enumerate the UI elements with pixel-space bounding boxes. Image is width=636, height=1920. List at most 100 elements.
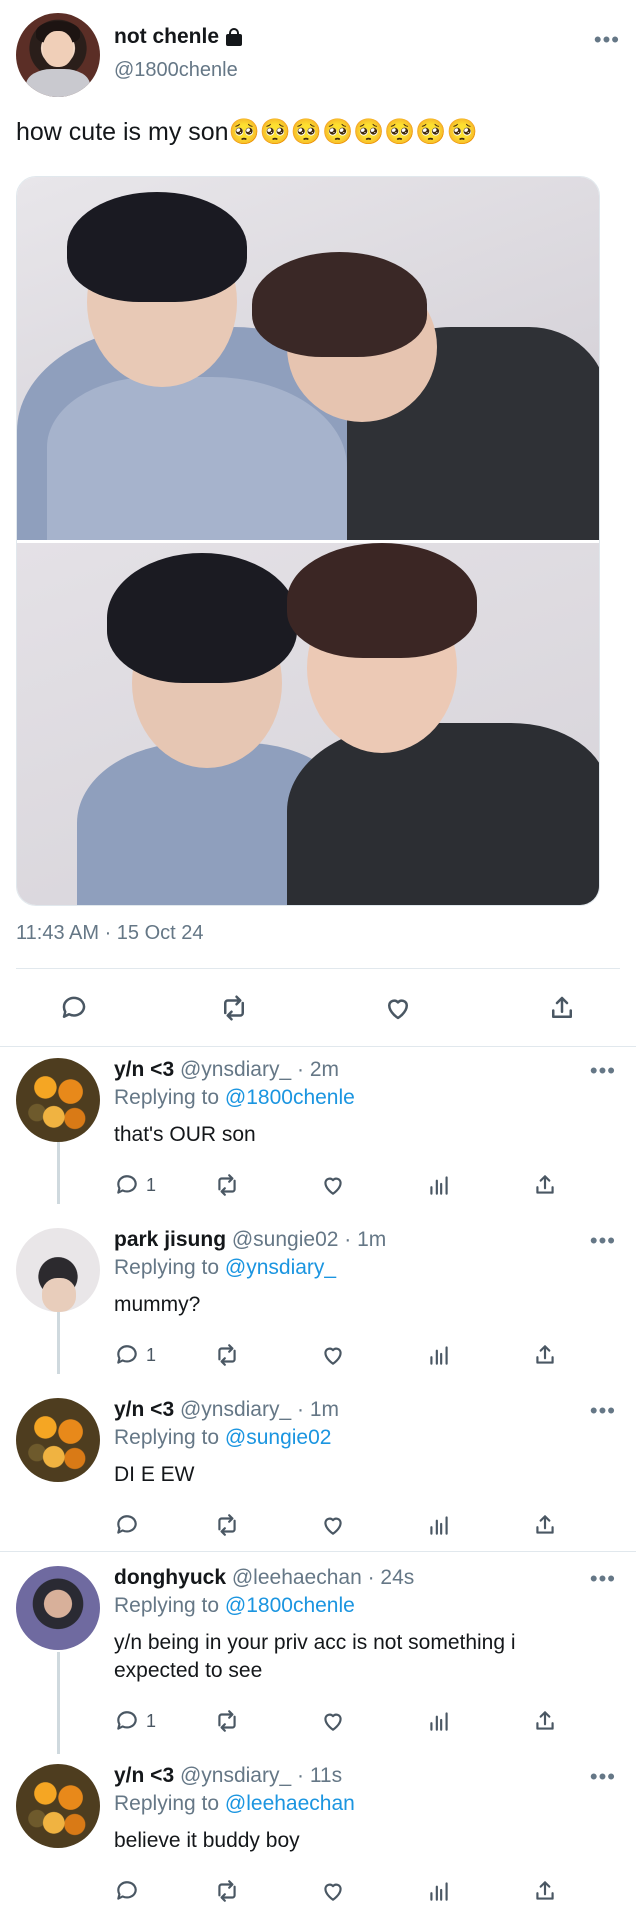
retweet-button[interactable] [214, 988, 254, 1028]
like-icon [324, 1883, 342, 1901]
reply-meta: @ynsdiary_ · 2m [174, 1058, 339, 1081]
analytics-button[interactable] [426, 1706, 452, 1736]
like-button[interactable] [320, 1170, 346, 1200]
analytics-icon [430, 1712, 448, 1731]
author-handle[interactable]: @1800chenle [114, 59, 238, 82]
analytics-icon [430, 1346, 448, 1365]
replying-to: Replying to @1800chenle [114, 1086, 355, 1110]
reply-tweet[interactable]: y/n <3 @ynsdiary_ · 1m ••• Replying to @… [0, 1398, 636, 1548]
reply-header: y/n <3 @ynsdiary_ · 1m [114, 1398, 339, 1422]
tweet-header: not chenle @1800chenle ••• [16, 13, 620, 99]
share-button[interactable] [532, 1876, 558, 1906]
like-button[interactable] [320, 1706, 346, 1736]
analytics-button[interactable] [426, 1340, 452, 1370]
replying-prefix: Replying to [114, 1086, 225, 1109]
retweet-button[interactable] [214, 1340, 240, 1370]
reply-meta: @sungie02 · 1m [226, 1228, 387, 1251]
mention-link[interactable]: @1800chenle [225, 1594, 355, 1617]
avatar[interactable] [16, 1228, 100, 1312]
reply-icon [117, 1175, 137, 1194]
retweet-icon [218, 1344, 236, 1366]
author-name[interactable]: not chenle [114, 25, 219, 49]
like-button[interactable] [320, 1876, 346, 1906]
more-icon[interactable]: ••• [590, 1400, 616, 1422]
more-icon[interactable]: ••• [590, 1230, 616, 1252]
analytics-button[interactable] [426, 1510, 452, 1540]
reply-tweet[interactable]: y/n <3 @ynsdiary_ · 2m ••• Replying to @… [0, 1058, 636, 1208]
share-button[interactable] [532, 1706, 558, 1736]
reply-meta: @ynsdiary_ · 1m [174, 1398, 339, 1421]
reply-button[interactable] [114, 1510, 146, 1540]
reply-text: y/n being in your priv acc is not someth… [114, 1631, 516, 1682]
tweet-text: how cute is my son🥺🥺🥺🥺🥺🥺🥺🥺 [16, 118, 478, 146]
avatar[interactable] [16, 1566, 100, 1650]
mention-link[interactable]: @ynsdiary_ [225, 1256, 336, 1279]
share-icon [536, 1515, 554, 1534]
reply-button[interactable] [114, 1876, 146, 1906]
reply-tweet[interactable]: park jisung @sungie02 · 1m ••• Replying … [0, 1228, 636, 1378]
share-button[interactable] [532, 1510, 558, 1540]
reply-button[interactable]: 1 [114, 1706, 156, 1736]
reply-text: believe it buddy boy [114, 1829, 300, 1852]
lock-icon [225, 28, 243, 46]
more-icon[interactable]: ••• [590, 1060, 616, 1082]
reply-icon [117, 1711, 137, 1730]
reply-author-name[interactable]: y/n <3 [114, 1398, 174, 1421]
more-icon[interactable]: ••• [590, 1766, 616, 1788]
reply-actions: 1 [114, 1340, 574, 1370]
replying-to: Replying to @leehaechan [114, 1792, 355, 1816]
avatar[interactable] [16, 13, 100, 97]
analytics-button[interactable] [426, 1170, 452, 1200]
share-icon [536, 1345, 554, 1364]
like-button[interactable] [320, 1340, 346, 1370]
analytics-icon [430, 1882, 448, 1901]
reply-icon [117, 1881, 137, 1900]
more-icon[interactable]: ••• [594, 29, 620, 51]
like-button[interactable] [378, 988, 418, 1028]
share-button[interactable] [532, 1170, 558, 1200]
reply-actions: 1 [114, 1706, 574, 1736]
share-button[interactable] [542, 988, 582, 1028]
replying-prefix: Replying to [114, 1594, 225, 1617]
mention-link[interactable]: @leehaechan [225, 1792, 355, 1815]
retweet-button[interactable] [214, 1510, 240, 1540]
tweet-media[interactable] [16, 176, 600, 906]
reply-icon [117, 1345, 137, 1364]
replying-prefix: Replying to [114, 1256, 225, 1279]
reply-author-name[interactable]: donghyuck [114, 1566, 226, 1589]
like-icon [324, 1713, 342, 1731]
analytics-button[interactable] [426, 1876, 452, 1906]
reply-meta: @ynsdiary_ · 11s [174, 1764, 343, 1787]
avatar[interactable] [16, 1058, 100, 1142]
reply-author-name[interactable]: y/n <3 [114, 1764, 174, 1787]
avatar-face [43, 31, 73, 67]
reply-button[interactable]: 1 [114, 1340, 156, 1370]
replying-prefix: Replying to [114, 1426, 225, 1449]
avatar-shirt [26, 69, 90, 97]
mention-link[interactable]: @sungie02 [225, 1426, 332, 1449]
reply-author-name[interactable]: y/n <3 [114, 1058, 174, 1081]
author-name-row[interactable]: not chenle [114, 25, 243, 49]
share-button[interactable] [532, 1340, 558, 1370]
reply-text: mummy? [114, 1293, 201, 1316]
retweet-button[interactable] [214, 1706, 240, 1736]
avatar[interactable] [16, 1764, 100, 1848]
retweet-button[interactable] [214, 1170, 240, 1200]
photo-bottom[interactable] [17, 543, 599, 905]
photo-top[interactable] [17, 177, 599, 540]
reply-button[interactable] [54, 988, 94, 1028]
reply-count: 1 [146, 1710, 157, 1731]
reply-tweet[interactable]: donghyuck @leehaechan · 24s ••• Replying… [0, 1566, 636, 1746]
avatar[interactable] [16, 1398, 100, 1482]
mention-link[interactable]: @1800chenle [225, 1086, 355, 1109]
reply-author-name[interactable]: park jisung [114, 1228, 226, 1251]
like-button[interactable] [320, 1510, 346, 1540]
share-icon [536, 1711, 554, 1730]
reply-actions: 1 [114, 1170, 574, 1200]
reply-header: y/n <3 @ynsdiary_ · 11s [114, 1764, 342, 1788]
more-icon[interactable]: ••• [590, 1568, 616, 1590]
reply-button[interactable]: 1 [114, 1170, 156, 1200]
reply-icon [117, 1515, 137, 1534]
retweet-button[interactable] [214, 1876, 240, 1906]
reply-tweet[interactable]: y/n <3 @ynsdiary_ · 11s ••• Replying to … [0, 1764, 636, 1914]
